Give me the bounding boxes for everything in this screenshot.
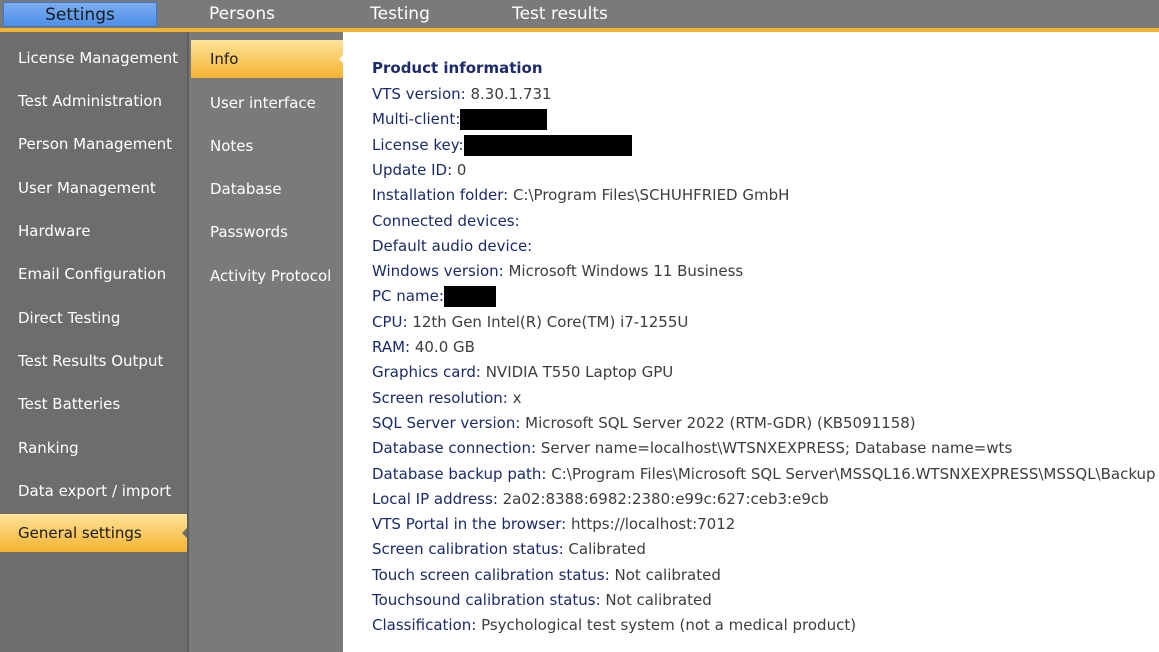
- left-nav: License Management Test Administration P…: [0, 32, 188, 652]
- tab-test-results[interactable]: Test results: [490, 2, 630, 27]
- nav-person-management[interactable]: Person Management: [0, 125, 187, 163]
- info-label: Classification:: [372, 616, 477, 634]
- info-value: Not calibrated: [609, 566, 721, 584]
- nav-ranking[interactable]: Ranking: [0, 429, 187, 467]
- info-row: Touchsound calibration status: Not calib…: [372, 589, 712, 611]
- info-label: Database backup path:: [372, 465, 547, 483]
- info-value: 8.30.1.731: [465, 85, 552, 103]
- info-value: 2a02:8388:6982:2380:e99c:627:ceb3:e9cb: [497, 490, 829, 508]
- info-label: Touchsound calibration status:: [372, 591, 601, 609]
- info-row: RAM: 40.0 GB: [372, 336, 475, 358]
- info-value: C:\Program Files\SCHUHFRIED GmbH: [508, 186, 790, 204]
- nav-general-settings[interactable]: General settings: [0, 514, 188, 552]
- subnav-notes[interactable]: Notes: [191, 127, 343, 165]
- info-row: Windows version: Microsoft Windows 11 Bu…: [372, 260, 743, 282]
- redaction-box: [443, 286, 496, 307]
- info-label: Multi-client:: [372, 110, 461, 128]
- nav-email-configuration[interactable]: Email Configuration: [0, 255, 187, 293]
- info-label: Graphics card:: [372, 363, 481, 381]
- subnav-user-interface[interactable]: User interface: [191, 84, 343, 122]
- nav-data-export-import[interactable]: Data export / import: [0, 472, 187, 510]
- nav-user-management[interactable]: User Management: [0, 169, 187, 207]
- info-label: Default audio device:: [372, 237, 533, 255]
- info-label: Connected devices:: [372, 212, 520, 230]
- info-row: Default audio device:: [372, 235, 532, 257]
- info-row: VTS version: 8.30.1.731: [372, 83, 552, 105]
- info-row: Installation folder: C:\Program Files\SC…: [372, 184, 789, 206]
- nav-test-results-output[interactable]: Test Results Output: [0, 342, 187, 380]
- info-row: Update ID: 0: [372, 159, 466, 181]
- info-label: Installation folder:: [372, 186, 509, 204]
- subnav-passwords[interactable]: Passwords: [191, 213, 343, 251]
- info-row: Local IP address: 2a02:8388:6982:2380:e9…: [372, 488, 829, 510]
- info-row: Screen resolution: x: [372, 387, 522, 409]
- info-value: 12th Gen Intel(R) Core(TM) i7-1255U: [407, 313, 689, 331]
- subnav-info[interactable]: Info: [191, 40, 345, 78]
- info-row: PC name:: [372, 285, 496, 307]
- nav-test-administration[interactable]: Test Administration: [0, 82, 187, 120]
- info-label: Screen resolution:: [372, 389, 508, 407]
- nav-test-batteries[interactable]: Test Batteries: [0, 385, 187, 423]
- redaction-box: [460, 109, 548, 130]
- info-value: NVIDIA T550 Laptop GPU: [480, 363, 674, 381]
- tab-persons[interactable]: Persons: [180, 2, 304, 27]
- info-label: Database connection:: [372, 439, 537, 457]
- info-label: Screen calibration status:: [372, 540, 564, 558]
- info-label: VTS version:: [372, 85, 466, 103]
- info-label: Windows version:: [372, 262, 504, 280]
- info-value: 0: [452, 161, 467, 179]
- info-value: Calibrated: [563, 540, 646, 558]
- info-label: Touch screen calibration status:: [372, 566, 610, 584]
- info-value: 40.0 GB: [410, 338, 475, 356]
- info-row: Touch screen calibration status: Not cal…: [372, 564, 721, 586]
- tab-settings[interactable]: Settings: [3, 2, 157, 27]
- info-row: Classification: Psychological test syste…: [372, 614, 856, 636]
- info-label: PC name:: [372, 287, 444, 305]
- info-row: Database backup path: C:\Program Files\M…: [372, 463, 1156, 485]
- info-value: Psychological test system (not a medical…: [476, 616, 857, 634]
- info-row: Screen calibration status: Calibrated: [372, 538, 646, 560]
- info-value: Not calibrated: [600, 591, 712, 609]
- info-row: Connected devices:: [372, 210, 520, 232]
- nav-direct-testing[interactable]: Direct Testing: [0, 299, 187, 337]
- info-row: Database connection: Server name=localho…: [372, 437, 1012, 459]
- subnav-activity-protocol[interactable]: Activity Protocol: [191, 257, 343, 295]
- info-row: License key:: [372, 134, 632, 156]
- info-value: C:\Program Files\Microsoft SQL Server\MS…: [546, 465, 1156, 483]
- info-label: CPU:: [372, 313, 408, 331]
- sub-nav: Info User interface Notes Database Passw…: [187, 32, 345, 652]
- info-value: Microsoft Windows 11 Business: [503, 262, 744, 280]
- info-label: Update ID:: [372, 161, 453, 179]
- nav-license-management[interactable]: License Management: [0, 39, 187, 77]
- info-value: Server name=localhost\WTSNXEXPRESS; Data…: [536, 439, 1013, 457]
- nav-hardware[interactable]: Hardware: [0, 212, 187, 250]
- info-row: CPU: 12th Gen Intel(R) Core(TM) i7-1255U: [372, 311, 688, 333]
- info-row: SQL Server version: Microsoft SQL Server…: [372, 412, 916, 434]
- info-value: Microsoft SQL Server 2022 (RTM-GDR) (KB5…: [520, 414, 916, 432]
- info-label: License key:: [372, 136, 464, 154]
- info-label: Local IP address:: [372, 490, 498, 508]
- info-row: VTS Portal in the browser: https://local…: [372, 513, 735, 535]
- info-row: Graphics card: NVIDIA T550 Laptop GPU: [372, 361, 673, 383]
- redaction-box: [463, 135, 632, 156]
- product-information-heading: Product information: [372, 59, 543, 77]
- tab-testing[interactable]: Testing: [340, 2, 460, 27]
- top-tab-bar: Settings Persons Testing Test results: [0, 0, 1159, 28]
- info-value: https://localhost:7012: [566, 515, 736, 533]
- subnav-database[interactable]: Database: [191, 170, 343, 208]
- info-row: Multi-client:: [372, 108, 548, 130]
- info-value: x: [507, 389, 522, 407]
- info-label: RAM:: [372, 338, 411, 356]
- info-panel: Product information VTS version: 8.30.1.…: [343, 32, 1159, 652]
- info-label: SQL Server version:: [372, 414, 521, 432]
- info-label: VTS Portal in the browser:: [372, 515, 567, 533]
